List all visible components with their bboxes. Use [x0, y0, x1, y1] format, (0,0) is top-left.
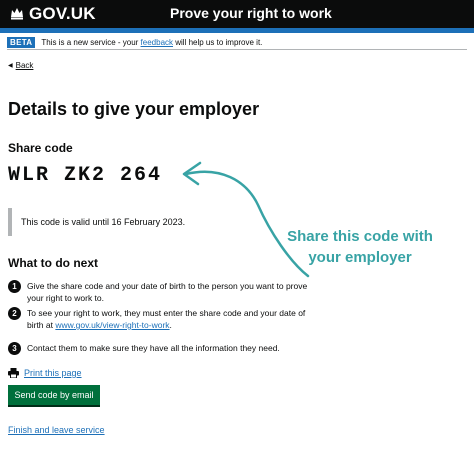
- finish-and-leave-link[interactable]: Finish and leave service: [8, 425, 105, 435]
- back-link-label: Back: [15, 61, 34, 70]
- phase-text-after: will help us to improve it.: [175, 37, 263, 47]
- govuk-logo[interactable]: GOV.UK: [29, 4, 96, 24]
- page-title: Details to give your employer: [8, 99, 260, 119]
- service-name[interactable]: Prove your right to work: [170, 5, 332, 21]
- step-text: To see your right to work, they must ent…: [27, 307, 317, 331]
- annotation-callout: Share this code with your employer: [280, 226, 440, 268]
- send-code-by-email-button[interactable]: Send code by email: [8, 385, 100, 405]
- header-bar: GOV.UK Prove your right to work: [0, 0, 474, 28]
- feedback-link[interactable]: feedback: [141, 38, 173, 47]
- validity-inset: This code is valid until 16 February 202…: [8, 208, 208, 236]
- view-right-to-work-link[interactable]: www.gov.uk/view-right-to-work: [55, 320, 169, 330]
- list-item: 3 Contact them to make sure they have al…: [8, 342, 317, 355]
- next-steps-heading: What to do next: [8, 256, 98, 270]
- print-link[interactable]: Print this page: [8, 368, 82, 378]
- list-item: 2 To see your right to work, they must e…: [8, 307, 317, 331]
- step-number: 3: [8, 342, 21, 355]
- crown-icon: [11, 8, 23, 20]
- step-number: 2: [8, 307, 21, 320]
- phase-banner: BETA This is a new service - your feedba…: [7, 35, 467, 49]
- phase-banner-text: This is a new service - your feedback wi…: [41, 38, 262, 47]
- step-text: Contact them to make sure they have all …: [27, 343, 280, 353]
- phase-divider: [7, 49, 467, 50]
- print-link-label: Print this page: [24, 368, 82, 378]
- share-code-value: WLR ZK2 264: [8, 164, 163, 187]
- back-link[interactable]: ◀ Back: [8, 61, 33, 70]
- printer-icon: [8, 368, 19, 378]
- step-number: 1: [8, 280, 21, 293]
- list-item: 1 Give the share code and your date of b…: [8, 280, 317, 304]
- step-text: Give the share code and your date of bir…: [27, 281, 308, 303]
- annotation-line-2: your employer: [308, 249, 412, 266]
- annotation-line-1: Share this code with: [287, 228, 433, 245]
- share-code-label: Share code: [8, 141, 73, 155]
- phase-text-before: This is a new service - your: [41, 37, 139, 47]
- step-text-after: .: [169, 320, 172, 330]
- validity-text: This code is valid until 16 February 202…: [21, 217, 186, 227]
- beta-tag: BETA: [7, 36, 36, 48]
- header-accent-bar: [0, 28, 474, 33]
- back-triangle-icon: ◀: [8, 63, 13, 69]
